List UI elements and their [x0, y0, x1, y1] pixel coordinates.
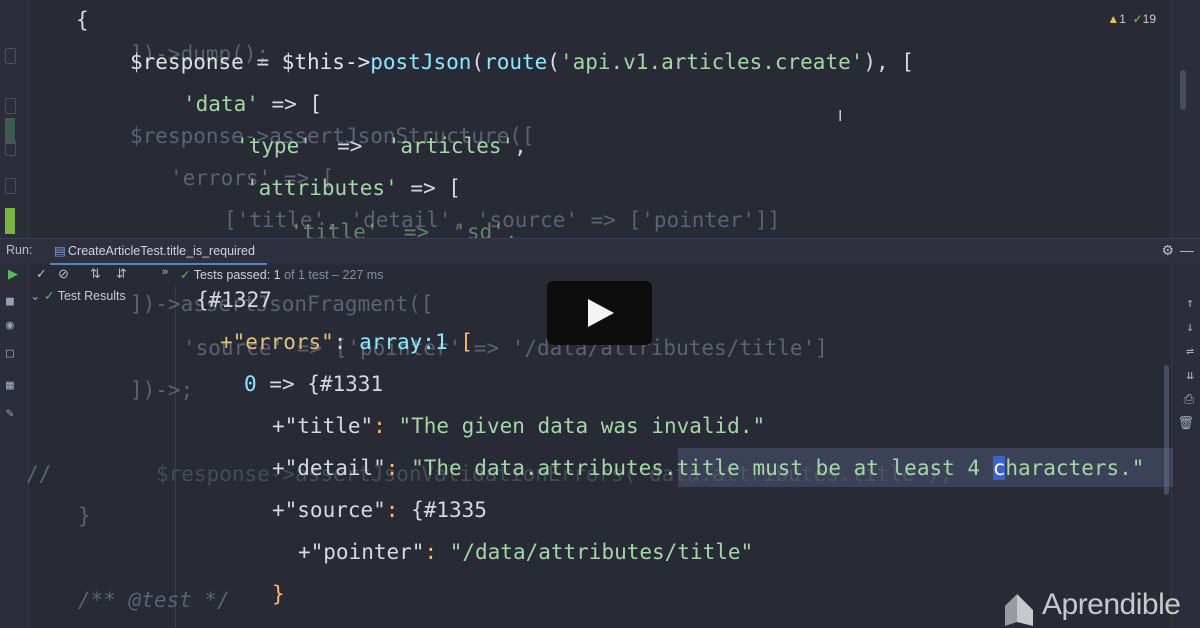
code-line-data: 'data' => [ [183, 92, 323, 116]
play-button[interactable] [547, 281, 652, 345]
code-line-attributes: 'attributes' => [ [246, 176, 461, 200]
aprendible-logo-icon [1005, 594, 1033, 626]
play-icon [588, 299, 614, 327]
warning-count: 1 [1119, 12, 1126, 26]
code-ghost-comment: // [26, 462, 52, 486]
run-label: Run: [6, 243, 33, 257]
code-ghost-close: ])->; [130, 378, 194, 402]
code-ghost-doc: /** @test */ [78, 588, 230, 612]
arrow-up-icon[interactable]: ↑ [1186, 296, 1194, 311]
layout-icon[interactable]: ▦ [6, 378, 14, 393]
passed-check-icon: ✓ [43, 289, 55, 303]
stop-icon[interactable]: ■ [6, 294, 14, 309]
code-line-type: 'type' => 'articles', [236, 134, 527, 158]
brand-watermark: Aprendible [1042, 588, 1181, 621]
debug-icon[interactable]: ◉ [6, 318, 14, 333]
fold-marker[interactable] [5, 98, 16, 114]
more-icon[interactable]: » [162, 266, 168, 278]
dump-object-id: {#1327 [196, 288, 272, 312]
print-icon[interactable]: ⎙ [1184, 392, 1194, 407]
warning-icon: ▲ [1107, 12, 1120, 26]
show-passed-icon[interactable]: ✓ [36, 266, 47, 282]
gear-icon[interactable]: ⚙ [1161, 242, 1174, 259]
test-results-node[interactable]: ⌄ ✓ Test Results [30, 288, 126, 303]
check-count: 19 [1142, 12, 1156, 26]
run-panel-header: Run: ▤ CreateArticleTest.title_is_require… [0, 238, 1200, 265]
dump-detail-line: +"detail": "The data.attributes.title mu… [272, 456, 1145, 480]
fold-marker[interactable] [5, 140, 16, 156]
fold-marker[interactable] [5, 178, 16, 194]
passed-check-icon: ✓ [180, 268, 194, 282]
sort-duration-icon[interactable]: ⇵ [116, 266, 127, 282]
check-icon: ✓ [1132, 12, 1143, 26]
arrow-down-icon[interactable]: ↓ [1186, 320, 1194, 335]
dump-title-line: +"title": "The given data was invalid." [272, 414, 766, 438]
editor-gutter [0, 0, 29, 628]
pin-icon[interactable]: ✎ [6, 406, 14, 421]
mouse-ibeam-icon: I [838, 108, 843, 125]
code-ghost-fragment: ])->assertJsonFragment([ [130, 292, 434, 316]
minimize-icon[interactable]: — [1180, 242, 1194, 258]
fold-marker[interactable] [5, 48, 16, 64]
scroll-end-icon[interactable]: ⇊ [1186, 368, 1194, 383]
dump-errors-line: +"errors": array:1 [ [220, 330, 473, 354]
dump-index-line: 0 => {#1331 [244, 372, 384, 396]
dump-source-line: +"source": {#1335 [272, 498, 487, 522]
test-results-label: Test Results [57, 289, 126, 303]
sort-alpha-icon[interactable]: ⇅ [90, 266, 101, 282]
show-ignored-icon[interactable]: ⊘ [58, 266, 69, 282]
dump-pointer-line: +"pointer": "/data/attributes/title" [298, 540, 754, 564]
inspection-status[interactable]: ▲1 ✓19 [1107, 12, 1156, 26]
code-ghost-brace: } [78, 504, 91, 528]
chevron-down-icon[interactable]: ⌄ [30, 289, 40, 303]
soft-wrap-icon[interactable]: ⇌ [1186, 344, 1194, 359]
tests-passed-status: ✓ Tests passed: 1 of 1 test – 227 ms [180, 268, 384, 282]
run-tab-label: CreateArticleTest.title_is_required [68, 244, 255, 258]
code-line-response: $response = $this->postJson(route('api.v… [130, 50, 914, 74]
dump-brace-close: } [272, 582, 285, 606]
editor-scrollbar[interactable] [1180, 70, 1186, 110]
trash-icon[interactable]: 🗑 [1177, 416, 1194, 431]
change-marker [5, 208, 15, 234]
text-cursor: c [992, 456, 1006, 480]
stop-square-icon[interactable]: □ [6, 346, 14, 361]
code-brace: { [76, 8, 89, 32]
test-icon: ▤ [54, 244, 66, 258]
rerun-icon[interactable]: ▶ [8, 266, 18, 282]
